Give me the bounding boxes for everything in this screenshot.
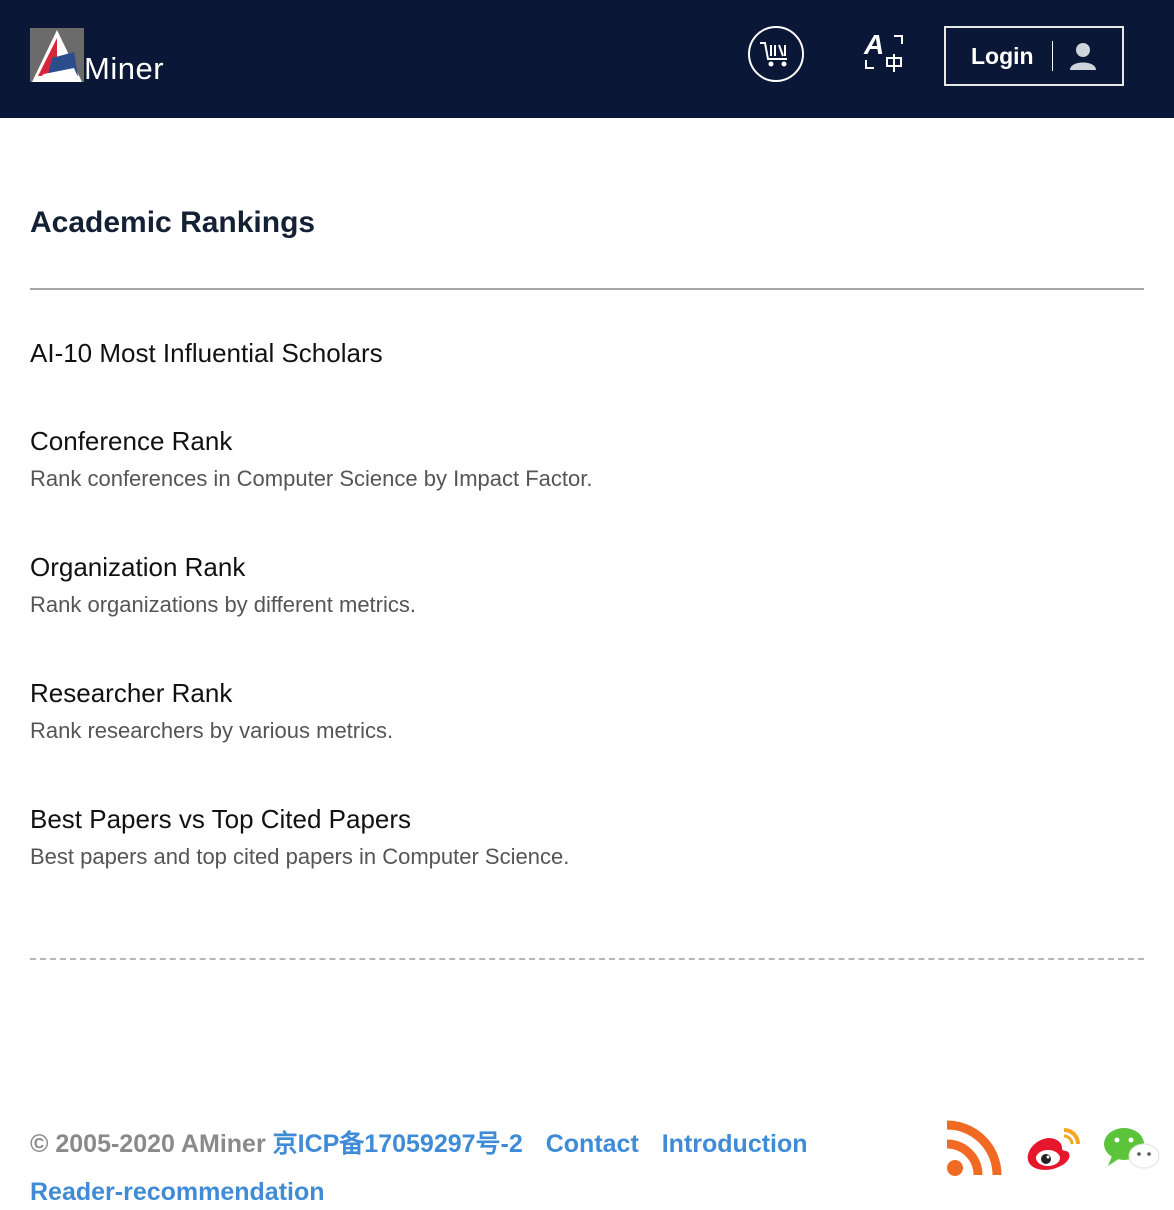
wechat-icon[interactable] [1102,1126,1162,1172]
rank-item-description: Rank organizations by different metrics. [30,592,416,617]
aminer-logo-mark [30,28,84,82]
aminer-logo[interactable]: Miner [30,28,165,86]
rank-item-description: Rank conferences in Computer Science by … [30,466,593,491]
user-icon [1069,43,1096,70]
logo-text: Miner [84,51,165,86]
rank-item-title[interactable]: Organization Rank [30,552,416,582]
footer-links-row2: Reader-recommendation [30,1178,325,1207]
rank-item-title[interactable]: Conference Rank [30,426,592,456]
rank-item-ai10[interactable]: AI-10 Most Influential Scholars [30,338,383,368]
language-toggle[interactable]: A [860,28,910,78]
reader-recommendation-link[interactable]: Reader-recommendation [30,1178,325,1206]
section-divider [30,958,1144,960]
rss-icon[interactable] [944,1120,1002,1178]
rank-item-researcher[interactable]: Researcher Rank Rank researchers by vari… [30,678,393,744]
rank-item-description: Best papers and top cited papers in Comp… [30,844,570,869]
rank-item-best-papers[interactable]: Best Papers vs Top Cited Papers Best pap… [30,804,569,870]
translate-icon: A [863,29,903,72]
svg-text:A: A [863,29,884,60]
top-navbar: Miner A Login [0,0,1174,118]
rank-item-conference[interactable]: Conference Rank Rank conferences in Comp… [30,426,592,492]
copyright-text: © 2005-2020 AMiner [30,1130,266,1158]
rank-item-title[interactable]: Researcher Rank [30,678,393,708]
weibo-icon[interactable] [1024,1126,1082,1174]
rank-item-organization[interactable]: Organization Rank Rank organizations by … [30,552,416,618]
icp-link[interactable]: 京ICP备17059297号-2 [273,1130,523,1158]
introduction-link[interactable]: Introduction [662,1130,808,1158]
rank-item-title[interactable]: Best Papers vs Top Cited Papers [30,804,569,834]
login-button[interactable]: Login [944,26,1124,86]
title-divider [30,288,1144,290]
rank-item-description: Rank researchers by various metrics. [30,718,394,743]
contact-link[interactable]: Contact [546,1130,639,1158]
page-title: Academic Rankings [30,206,316,239]
rank-item-title[interactable]: AI-10 Most Influential Scholars [30,338,383,368]
login-divider [1051,41,1053,71]
cart-icon [760,42,787,67]
footer-links: © 2005-2020 AMiner 京ICP备17059297号-2 Cont… [30,1124,808,1160]
cart-button[interactable] [748,26,804,82]
login-label: Login [971,42,1034,69]
